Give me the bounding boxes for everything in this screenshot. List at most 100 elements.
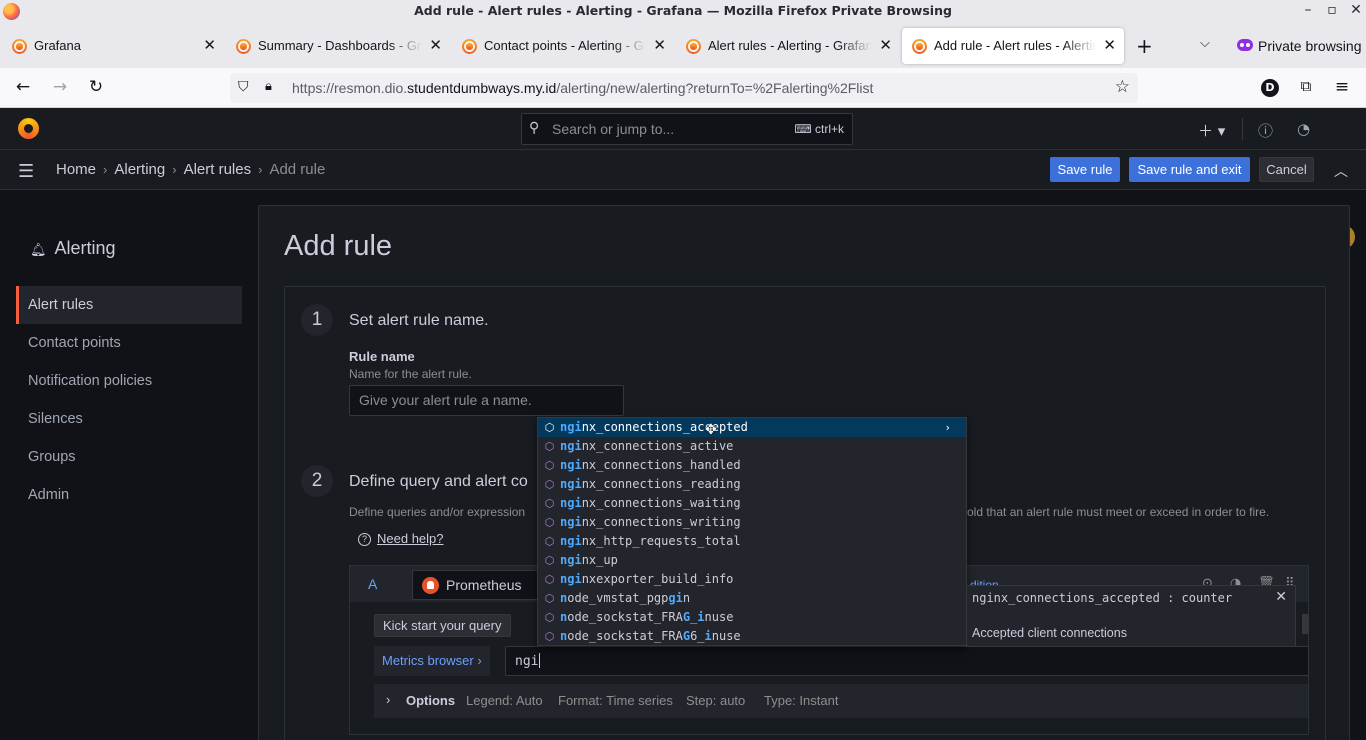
- options-title[interactable]: Options: [406, 693, 455, 708]
- reload-icon[interactable]: ↻: [85, 77, 107, 97]
- suggestion-item[interactable]: ⬡ nginx_connections_active: [538, 437, 966, 456]
- suggestion-match: ngi: [560, 458, 582, 472]
- suggestion-item[interactable]: ⬡ node_sockstat_FRAG6_inuse: [538, 627, 966, 645]
- browser-tab-add-rule[interactable]: Add rule - Alert rules - Alerting - Graf…: [902, 28, 1124, 64]
- account-avatar[interactable]: D: [1261, 79, 1279, 97]
- add-new-icon[interactable]: ＋ ▾: [1198, 120, 1225, 141]
- step-2-description-tail: old that an alert rule must meet or exce…: [967, 505, 1270, 519]
- sidebar-title: 🔔︎ Alerting: [30, 238, 116, 259]
- grafana-favicon-icon: [912, 39, 927, 54]
- search-bar[interactable]: ⚲ Search or jump to... ⌨ ctrl+k: [521, 113, 853, 145]
- browser-tab-contact-points[interactable]: Contact points - Alerting - Grafana ✕: [452, 28, 674, 64]
- help-icon[interactable]: ⓘ: [1258, 120, 1273, 141]
- list-all-tabs-icon[interactable]: ⌵: [1200, 36, 1210, 51]
- close-window-icon[interactable]: ✕: [1346, 2, 1366, 18]
- suggestion-match: ngi: [560, 515, 582, 529]
- breadcrumb-alert-rules[interactable]: Alert rules: [184, 161, 252, 178]
- chevron-right-icon: ›: [103, 162, 108, 177]
- cancel-button[interactable]: Cancel: [1259, 157, 1314, 182]
- tracking-shield-icon[interactable]: ⛉: [238, 79, 249, 95]
- step-1-title: Set alert rule name.: [349, 312, 489, 329]
- sidebar-item-contact-points[interactable]: Contact points: [16, 324, 242, 362]
- close-tab-icon[interactable]: ✕: [879, 36, 892, 54]
- sidebar-item-silences[interactable]: Silences: [16, 400, 242, 438]
- url-text[interactable]: https://resmon.dio.studentdumbways.my.id…: [292, 80, 873, 96]
- news-rss-icon[interactable]: ◔: [1297, 120, 1310, 138]
- forward-icon[interactable]: →: [49, 77, 71, 97]
- suggestion-item[interactable]: ⬡ nginx_connections_reading: [538, 475, 966, 494]
- chevron-right-icon[interactable]: ›: [386, 692, 390, 707]
- rule-name-input[interactable]: Give your alert rule a name.: [349, 385, 624, 416]
- grafana-logo-icon[interactable]: [18, 118, 39, 139]
- suggestion-details: nginx_connections_accepted : counter ✕ A…: [966, 585, 1296, 647]
- promql-query-input[interactable]: ngi: [505, 646, 1309, 676]
- close-tab-icon[interactable]: ✕: [429, 36, 442, 54]
- browser-tab-alert-rules[interactable]: Alert rules - Alerting - Grafana ✕: [676, 28, 900, 64]
- suggestion-item[interactable]: ⬡ nginx_connections_accepted ›: [538, 418, 966, 437]
- extensions-icon[interactable]: ⧉: [1295, 77, 1317, 95]
- sidebar-item-alert-rules[interactable]: Alert rules: [16, 286, 242, 324]
- suggestion-item[interactable]: ⬡ node_sockstat_FRAG_inuse: [538, 608, 966, 627]
- suggestion-item[interactable]: ⬡ nginx_http_requests_total: [538, 532, 966, 551]
- suggestion-item[interactable]: ⬡ node_vmstat_pgpgin: [538, 589, 966, 608]
- suggestion-rest: nuse: [704, 610, 734, 624]
- breadcrumb-home[interactable]: Home: [56, 161, 96, 178]
- cube-icon: ⬡: [544, 573, 555, 586]
- suggestion-item[interactable]: ⬡ nginx_connections_waiting: [538, 494, 966, 513]
- chevron-up-icon[interactable]: ︿: [1334, 161, 1348, 181]
- sidebar-item-notification-policies[interactable]: Notification policies: [16, 362, 242, 400]
- grafana-favicon-icon: [462, 39, 477, 54]
- grafana-topbar: ⚲ Search or jump to... ⌨ ctrl+k ＋ ▾ ⓘ ◔: [0, 108, 1366, 249]
- suggestion-match: ngi: [560, 420, 582, 434]
- close-tab-icon[interactable]: ✕: [1103, 36, 1116, 54]
- suggestion-rest: ode_vmstat_pgp: [567, 591, 669, 605]
- close-icon[interactable]: ✕: [1275, 589, 1287, 605]
- hamburger-menu-icon[interactable]: ☰: [18, 161, 34, 182]
- browser-tab-grafana[interactable]: Grafana ✕: [2, 28, 224, 64]
- cube-icon: ⬡: [544, 611, 555, 624]
- suggestion-rest: nx_connections_accepted: [581, 420, 748, 434]
- url-prefix: https://resmon.dio.: [292, 80, 408, 96]
- suggestion-item[interactable]: ⬡ nginx_connections_handled: [538, 456, 966, 475]
- breadcrumb-alerting[interactable]: Alerting: [114, 161, 165, 178]
- new-tab-icon[interactable]: +: [1136, 34, 1153, 58]
- chevron-right-icon[interactable]: ›: [944, 418, 951, 437]
- type-option: Type: Instant: [764, 693, 839, 708]
- suggestion-rest: nx_up: [581, 553, 618, 567]
- browser-tab-summary[interactable]: Summary - Dashboards - Grafana ✕: [226, 28, 450, 64]
- suggestion-item[interactable]: ⬡ nginxexporter_build_info: [538, 570, 966, 589]
- suggestion-item[interactable]: ⬡ nginx_connections_writing: [538, 513, 966, 532]
- bookmark-star-icon[interactable]: ☆: [1115, 77, 1130, 97]
- save-rule-and-exit-button[interactable]: Save rule and exit: [1129, 157, 1250, 182]
- url-bar[interactable]: ⛉ 🔒︎ https://resmon.dio.studentdumbways.…: [230, 73, 1138, 103]
- query-options-row[interactable]: › Options Legend: Auto Format: Time seri…: [374, 684, 1308, 718]
- chevron-right-icon: ›: [477, 653, 482, 668]
- app-menu-icon[interactable]: ≡: [1331, 77, 1353, 97]
- step-2-number: 2: [301, 465, 333, 497]
- sidebar-item-admin[interactable]: Admin: [16, 476, 242, 514]
- need-help-link[interactable]: ? Need help?: [358, 531, 444, 546]
- back-icon[interactable]: ←: [12, 77, 34, 97]
- sidebar-item-groups[interactable]: Groups: [16, 438, 242, 476]
- suggestion-match: ngi: [560, 553, 582, 567]
- suggestion-rest: n: [682, 591, 691, 605]
- close-tab-icon[interactable]: ✕: [653, 36, 666, 54]
- tab-label: Add rule - Alert rules - Alerting - Graf…: [934, 38, 1096, 53]
- step-2-description: Define queries and/or expression: [349, 505, 526, 519]
- suggestion-rest: nxexporter_build_info: [581, 572, 734, 586]
- suggestion-item[interactable]: ⬡ nginx_up: [538, 551, 966, 570]
- datasource-picker[interactable]: Prometheus: [412, 570, 542, 600]
- tab-label: Alert rules - Alerting - Grafana: [708, 38, 872, 53]
- lock-icon[interactable]: 🔒︎: [265, 79, 272, 94]
- minimize-icon[interactable]: –: [1298, 2, 1318, 18]
- suggestion-match: G: [682, 610, 691, 624]
- maximize-icon[interactable]: ▫: [1322, 2, 1342, 18]
- url-domain: studentdumbways.my.id: [407, 80, 557, 96]
- metrics-browser-button[interactable]: Metrics browser ›: [374, 646, 490, 676]
- close-tab-icon[interactable]: ✕: [203, 36, 216, 54]
- kick-start-query-button[interactable]: Kick start your query: [374, 614, 511, 637]
- query-ref-id[interactable]: A: [368, 576, 377, 592]
- save-rule-button[interactable]: Save rule: [1050, 157, 1120, 182]
- suggestion-match: ngi: [560, 477, 582, 491]
- legend-option: Legend: Auto: [466, 693, 543, 708]
